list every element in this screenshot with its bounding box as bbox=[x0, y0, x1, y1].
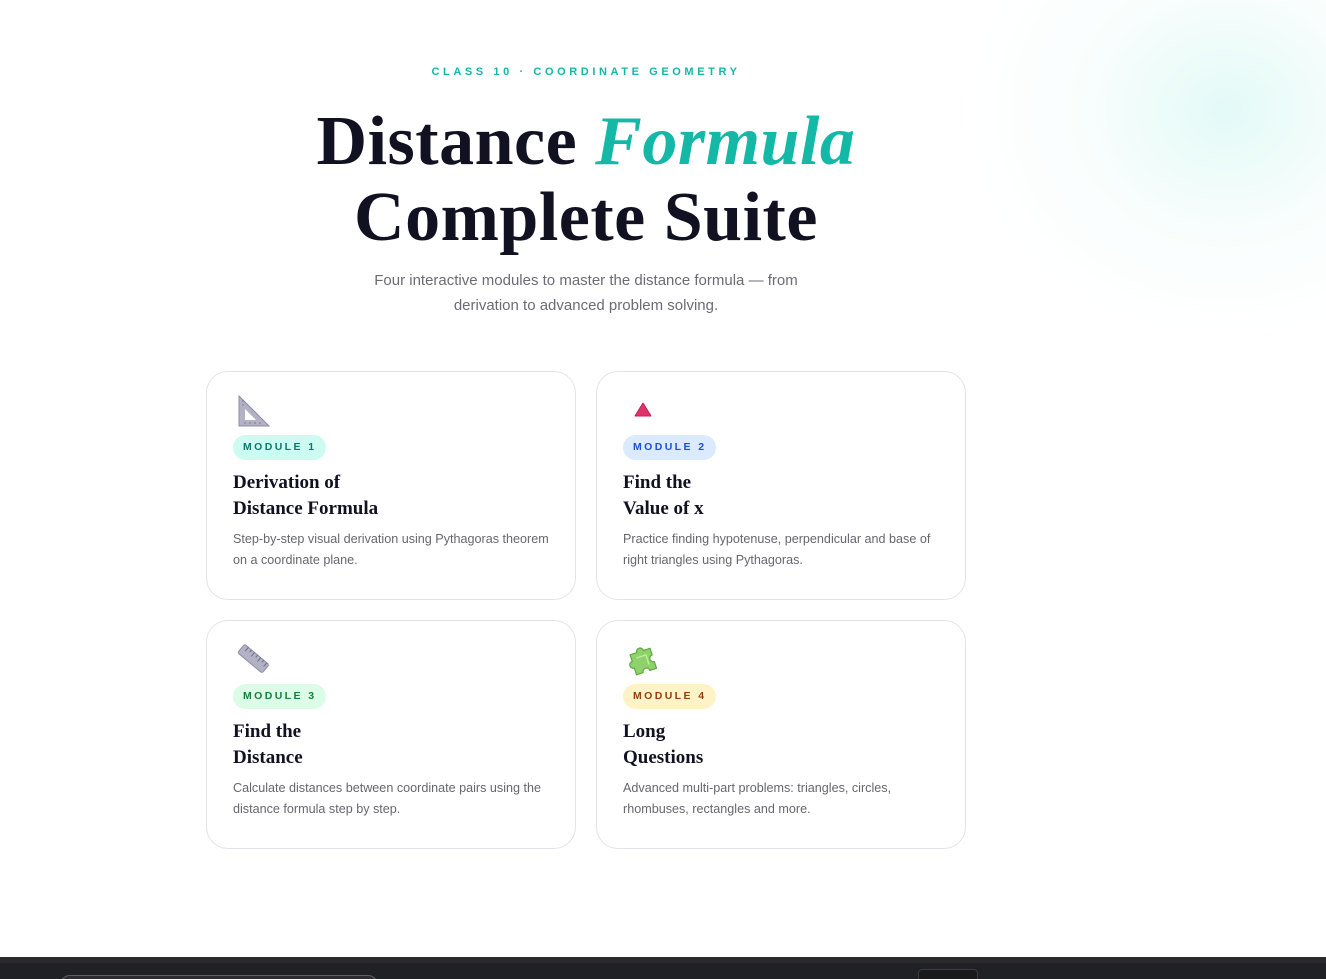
module-card-2[interactable]: MODULE 2 Find the Value of x Practice fi… bbox=[596, 371, 966, 600]
module-card-1[interactable]: MODULE 1 Derivation of Distance Formula … bbox=[206, 371, 576, 600]
taskbar-search-field[interactable] bbox=[60, 975, 378, 979]
module-card-4[interactable]: MODULE 4 Long Questions Advanced multi-p… bbox=[596, 620, 966, 849]
red-triangle-icon bbox=[623, 390, 663, 430]
background-glow bbox=[966, 0, 1326, 340]
puzzle-piece-icon bbox=[623, 639, 663, 679]
module-card-3[interactable]: MODULE 3 Find the Distance Calculate dis… bbox=[206, 620, 576, 849]
module-badge: MODULE 2 bbox=[623, 435, 717, 460]
module-description: Practice finding hypotenuse, perpendicul… bbox=[623, 532, 931, 567]
module-badge: MODULE 3 bbox=[233, 684, 327, 709]
module-title-line2: Distance Formula bbox=[233, 498, 379, 519]
ruler-icon bbox=[233, 639, 273, 679]
module-title: Find the Distance bbox=[233, 719, 553, 771]
module-description: Advanced multi-part problems: triangles,… bbox=[623, 781, 892, 816]
module-badge: MODULE 4 bbox=[623, 684, 717, 709]
module-title: Derivation of Distance Formula bbox=[233, 470, 553, 522]
title-line1: Distance bbox=[316, 103, 596, 180]
module-title-line1: Find the bbox=[233, 721, 302, 742]
title-accent: Formula bbox=[595, 103, 856, 180]
module-title-line1: Long bbox=[623, 721, 666, 742]
title-line2: Complete Suite bbox=[354, 179, 818, 256]
page-subtitle: Four interactive modules to master the d… bbox=[374, 272, 798, 314]
module-title: Long Questions bbox=[623, 719, 943, 771]
module-title-line2: Distance bbox=[233, 747, 303, 768]
eyebrow-label: CLASS 10 · COORDINATE GEOMETRY bbox=[431, 66, 741, 78]
set-square-icon bbox=[233, 390, 273, 430]
module-description: Calculate distances between coordinate p… bbox=[233, 781, 542, 816]
module-title-line2: Questions bbox=[623, 747, 704, 768]
module-badge: MODULE 1 bbox=[233, 435, 327, 460]
module-title-line1: Derivation of bbox=[233, 472, 341, 493]
module-title-line2: Value of x bbox=[623, 498, 704, 519]
page-title: Distance Formula Complete Suite bbox=[186, 104, 986, 256]
module-description: Step-by-step visual derivation using Pyt… bbox=[233, 532, 549, 567]
taskbar-button[interactable] bbox=[918, 969, 978, 979]
module-title: Find the Value of x bbox=[623, 470, 943, 522]
page: CLASS 10 · COORDINATE GEOMETRY Distance … bbox=[0, 0, 1326, 979]
module-title-line1: Find the bbox=[623, 472, 692, 493]
